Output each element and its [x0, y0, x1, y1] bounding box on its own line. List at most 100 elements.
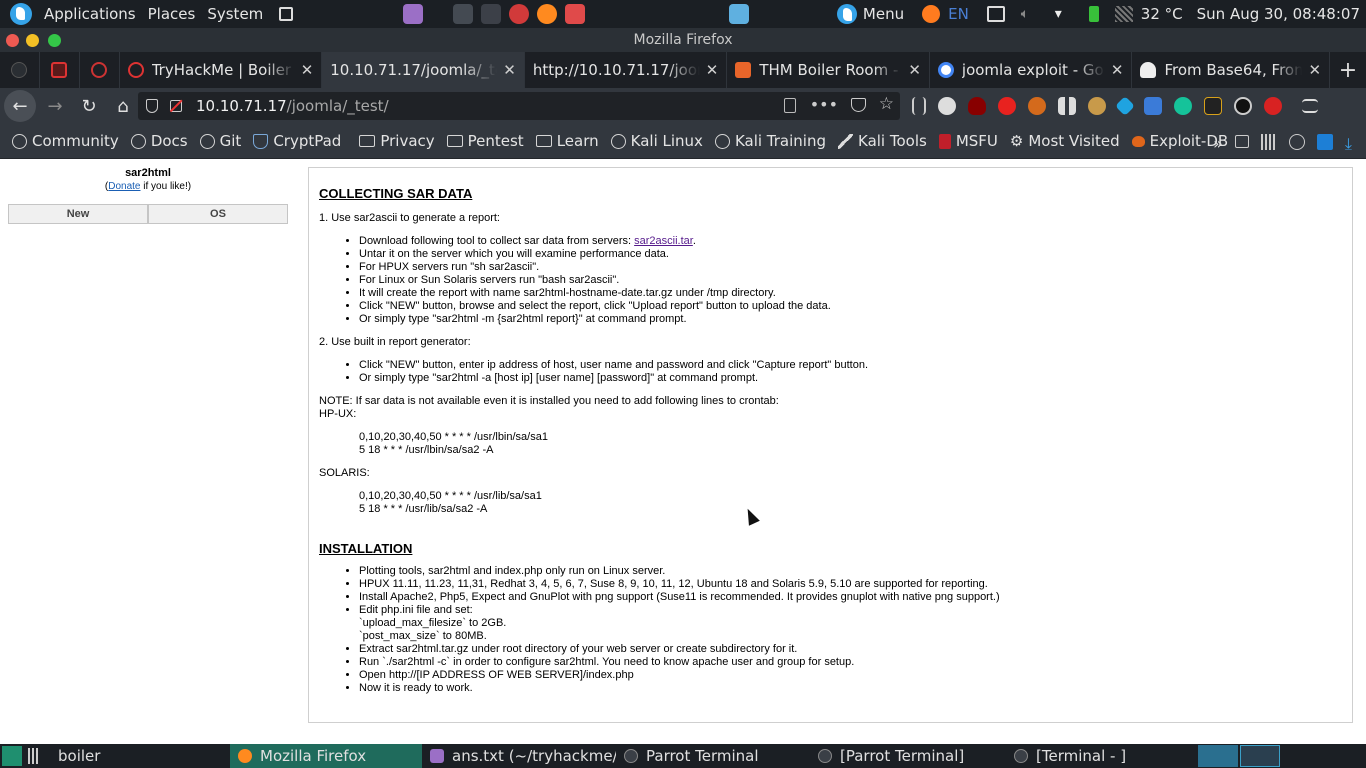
record-launcher-icon[interactable]	[565, 4, 586, 24]
close-tab-icon[interactable]: ✕	[1308, 61, 1321, 79]
bookmark-docs[interactable]: Docs	[130, 132, 188, 150]
tab-tryhackme[interactable]: TryHackMe | Boiler C ✕	[120, 52, 323, 88]
volume-icon[interactable]: 🔈︎	[1021, 6, 1039, 22]
grammarly-icon[interactable]	[1174, 97, 1192, 115]
page-actions-icon[interactable]: •••	[810, 95, 838, 114]
extensions-grid-icon[interactable]	[1058, 97, 1076, 115]
task-parrot-terminal-2[interactable]: [Parrot Terminal]	[810, 744, 1006, 768]
new-button[interactable]: New	[8, 204, 148, 224]
bookmark-community[interactable]: Community	[12, 132, 119, 150]
pinned-tab-2[interactable]	[40, 52, 80, 88]
firefox-launcher-icon[interactable]	[537, 4, 558, 24]
ublock-origin-icon[interactable]	[968, 97, 986, 115]
bookmark-most-visited[interactable]: ⚙ Most Visited	[1010, 132, 1120, 150]
wifi-icon[interactable]: ▾	[1055, 6, 1073, 22]
user-agent-icon[interactable]	[1088, 97, 1106, 115]
bookmark-kali-training[interactable]: Kali Training	[714, 132, 826, 150]
task-parrot-terminal[interactable]: Parrot Terminal	[616, 744, 810, 768]
tab-label: THM Boiler Room - A	[759, 61, 903, 79]
bookmark-git[interactable]: Git	[199, 132, 241, 150]
new-tab-button[interactable]: +	[1330, 52, 1366, 88]
pocket-icon[interactable]	[851, 98, 866, 112]
red-tool-launcher-icon[interactable]	[509, 4, 530, 24]
close-window-button[interactable]	[6, 34, 19, 47]
donate-link[interactable]: Donate	[108, 181, 140, 192]
workspace-1-preview[interactable]	[1198, 745, 1238, 767]
sar2ascii-download-link[interactable]: sar2ascii.tar	[634, 235, 693, 247]
close-tab-icon[interactable]: ✕	[908, 61, 921, 79]
step1-list: Download following tool to collect sar d…	[359, 235, 1342, 326]
tab-joomla-exploit-google[interactable]: joomla exploit - Goog ✕	[930, 52, 1133, 88]
clock[interactable]: Sun Aug 30, 08:48:07	[1197, 5, 1360, 23]
keyboard-layout-indicator[interactable]: EN	[948, 5, 969, 23]
bookmark-cryptpad[interactable]: CryptPad	[253, 132, 341, 150]
minimize-window-button[interactable]	[26, 34, 39, 47]
forward-button[interactable]: →	[40, 91, 70, 121]
close-tab-icon[interactable]: ✕	[301, 61, 314, 79]
s-extension-icon[interactable]	[1316, 133, 1333, 150]
firefox-tray-icon[interactable]	[922, 5, 941, 23]
insecure-lock-icon[interactable]	[169, 99, 183, 112]
translate-icon[interactable]	[1144, 97, 1162, 115]
close-tab-icon[interactable]: ✕	[1111, 61, 1124, 79]
tracking-shield-icon[interactable]	[146, 99, 158, 113]
notes-launcher-icon[interactable]	[729, 4, 750, 24]
back-button[interactable]: ←	[4, 90, 36, 122]
tab-joomla-test[interactable]: 10.10.71.17/joomla/_test/ ✕	[322, 52, 525, 88]
os-button[interactable]: OS	[148, 204, 288, 224]
menu-label[interactable]: Menu	[863, 5, 904, 23]
extension-cookie-icon[interactable]	[938, 97, 956, 115]
maximize-window-button[interactable]	[48, 34, 61, 47]
home-button[interactable]: ⌂	[108, 91, 138, 121]
system-menu[interactable]: System	[201, 0, 269, 28]
cookie-icon[interactable]	[1288, 133, 1305, 150]
tab-cyberchef[interactable]: From Base64, From B ✕	[1132, 52, 1331, 88]
more-bookmarks-chevron-icon[interactable]: »	[1213, 134, 1223, 153]
hack-tools-icon[interactable]	[1264, 97, 1282, 115]
parrot-menu-logo[interactable]	[0, 0, 38, 28]
workspace-2-preview[interactable]	[1240, 745, 1280, 767]
cookie-editor-icon[interactable]	[1234, 97, 1252, 115]
task-boiler[interactable]: boiler	[44, 744, 230, 768]
bookmark-kali-linux[interactable]: Kali Linux	[610, 132, 703, 150]
foxyproxy-icon[interactable]	[1028, 97, 1046, 115]
close-tab-icon[interactable]: ✕	[503, 61, 516, 79]
task-mozilla-firefox[interactable]: Mozilla Firefox	[230, 744, 422, 768]
show-desktop-icon[interactable]	[2, 746, 22, 766]
bookmark-folder-privacy[interactable]: Privacy	[359, 132, 435, 150]
pinned-tab-3[interactable]	[80, 52, 120, 88]
library-icon[interactable]	[912, 97, 926, 115]
bookmark-folder-learn[interactable]: Learn	[535, 132, 599, 150]
download-icon[interactable]: ⤓	[1345, 134, 1352, 153]
hpux-cron-lines: 0,10,20,30,40,50 * * * * /usr/lbin/sa/sa…	[359, 431, 1342, 457]
reload-button[interactable]: ↻	[74, 91, 104, 121]
terminal-launcher-icon[interactable]	[453, 4, 474, 24]
sidebar-toggle-icon[interactable]	[1234, 135, 1249, 148]
battery-icon[interactable]	[1088, 6, 1099, 22]
root-terminal-launcher-icon[interactable]	[481, 4, 502, 24]
workspace-switcher-launcher[interactable]	[269, 0, 303, 28]
parrot-menu-icon[interactable]	[836, 4, 857, 24]
hamburger-menu-icon[interactable]	[1302, 99, 1318, 113]
close-tab-icon[interactable]: ✕	[706, 61, 719, 79]
bookmark-msfu[interactable]: MSFU	[938, 132, 998, 150]
wappalyzer-icon[interactable]	[1115, 96, 1135, 116]
bar-chart-icon[interactable]	[1260, 133, 1277, 150]
task-ans-txt[interactable]: ans.txt (~/tryhackme/b...	[422, 744, 616, 768]
applications-menu[interactable]: Applications	[38, 0, 142, 28]
pinned-tab-1[interactable]	[0, 52, 40, 88]
bookmark-kali-tools[interactable]: Kali Tools	[838, 132, 927, 150]
places-menu[interactable]: Places	[142, 0, 202, 28]
tab-thm-boiler-room[interactable]: THM Boiler Room - A ✕	[727, 52, 930, 88]
task-terminal[interactable]: [Terminal - ]	[1006, 744, 1196, 768]
url-bar[interactable]: 10.10.71.17/joomla/_test/ ••• ☆	[138, 92, 900, 120]
reader-view-icon[interactable]	[784, 98, 796, 113]
bookmark-folder-pentest[interactable]: Pentest	[446, 132, 524, 150]
noscript-icon[interactable]	[998, 97, 1016, 115]
tab-joomla-http[interactable]: http://10.10.71.17/joomla ✕	[525, 52, 728, 88]
bookmark-star-icon[interactable]: ☆	[879, 94, 894, 114]
text-editor-launcher-icon[interactable]	[403, 4, 424, 24]
display-icon[interactable]	[986, 6, 1005, 22]
workspace-icon[interactable]	[28, 748, 38, 764]
shell-tool-icon[interactable]	[1204, 97, 1222, 115]
